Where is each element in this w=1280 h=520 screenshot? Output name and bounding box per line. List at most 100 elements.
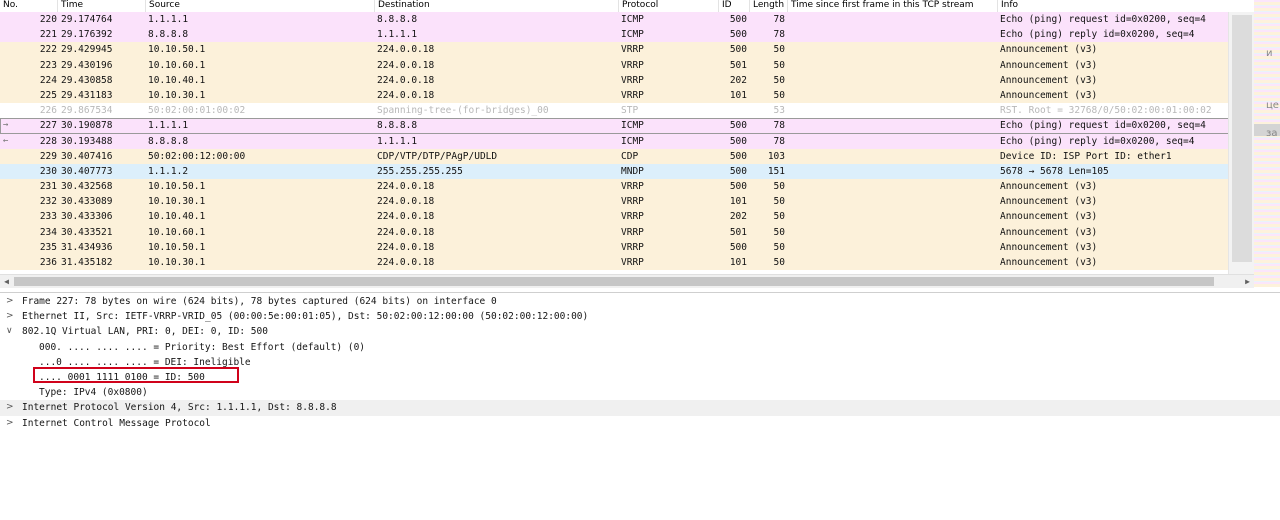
packet-list-horizontal-scrollbar[interactable]: ◀ ▶ <box>0 274 1254 288</box>
packet-list-vertical-scrollbar[interactable] <box>1228 12 1255 274</box>
collapse-chevron-icon[interactable]: ∨ <box>6 324 16 339</box>
detail-tree-item[interactable]: > Internet Control Message Protocol <box>0 416 1280 431</box>
packet-cell-length: 50 <box>773 44 785 56</box>
column-header-protocol[interactable]: Protocol <box>618 0 718 12</box>
packet-cell-length: 78 <box>773 135 785 147</box>
packet-row[interactable]: 224 29.430858 10.10.40.1 224.0.0.18 VRRP 202 5… <box>0 72 1254 88</box>
detail-tree-label: Internet Control Message Protocol <box>22 417 211 429</box>
column-header-info[interactable]: Info <box>997 0 1254 12</box>
horizontal-scroll-thumb[interactable] <box>14 277 1214 286</box>
packet-cell-time: 30.432568 <box>61 181 113 193</box>
packet-cell-length: 78 <box>773 14 785 25</box>
column-header-length[interactable]: Length <box>749 0 787 12</box>
column-header-tcp-time[interactable]: Time since first frame in this TCP strea… <box>787 0 997 12</box>
packet-cell-length: 50 <box>773 181 785 193</box>
packet-cell-destination: 255.255.255.255 <box>377 165 463 177</box>
expand-chevron-icon[interactable]: > <box>6 416 16 431</box>
packet-cell-source: 8.8.8.8 <box>148 29 189 41</box>
packet-cell-id: 500 <box>729 181 747 193</box>
packet-cell-info: Announcement (v3) <box>1000 89 1098 101</box>
column-header-destination[interactable]: Destination <box>374 0 618 12</box>
packet-row[interactable]: ← 228 30.193488 8.8.8.8 1.1.1.1 ICMP 500 78 Echo… <box>0 133 1254 149</box>
packet-cell-id: 202 <box>729 74 747 86</box>
packet-cell-length: 50 <box>773 211 785 223</box>
packet-cell-time: 29.431183 <box>61 89 113 101</box>
packet-row[interactable]: 229 30.407416 50:02:00:12:00:00 CDP/VTP/DTP… <box>0 148 1254 164</box>
packet-cell-destination: 8.8.8.8 <box>377 14 418 25</box>
expand-chevron-icon[interactable]: > <box>6 294 16 309</box>
packet-cell-destination: 1.1.1.1 <box>377 135 418 147</box>
packet-cell-id: 202 <box>729 211 747 223</box>
packet-cell-id: 101 <box>729 257 747 268</box>
packet-cell-info: Announcement (v3) <box>1000 181 1098 193</box>
packet-row[interactable]: 235 31.434936 10.10.50.1 224.0.0.18 VRRP 500 5… <box>0 239 1254 255</box>
column-header-source[interactable]: Source <box>145 0 374 12</box>
packet-row[interactable]: 232 30.433089 10.10.30.1 224.0.0.18 VRRP 101 5… <box>0 194 1254 210</box>
column-header-no[interactable]: No. <box>0 0 57 12</box>
packet-cell-info: Echo (ping) reply id=0x0200, seq=4 <box>1000 29 1195 41</box>
packet-cell-destination: 224.0.0.18 <box>377 211 435 223</box>
packet-cell-time: 30.407773 <box>61 165 113 177</box>
packet-row[interactable]: 223 29.430196 10.10.60.1 224.0.0.18 VRRP 501 5… <box>0 57 1254 73</box>
packet-cell-source: 10.10.60.1 <box>148 59 206 71</box>
detail-tree-item[interactable]: > Ethernet II, Src: IETF-VRRP-VRID_05 (00… <box>0 309 1280 324</box>
packet-cell-source: 10.10.50.1 <box>148 44 206 56</box>
packet-cell-destination: CDP/VTP/DTP/PAgP/UDLD <box>377 150 498 162</box>
packet-cell-id: 500 <box>729 165 747 177</box>
packet-cell-id: 500 <box>729 135 747 147</box>
packet-cell-time: 30.193488 <box>61 135 113 147</box>
packet-row[interactable]: 221 29.176392 8.8.8.8 1.1.1.1 ICMP 500 78 Echo … <box>0 27 1254 43</box>
column-header-time[interactable]: Time <box>57 0 145 12</box>
vertical-scroll-thumb[interactable] <box>1232 15 1252 262</box>
detail-tree-item[interactable]: ∨ 802.1Q Virtual LAN, PRI: 0, DEI: 0, ID:… <box>0 324 1280 339</box>
packet-row[interactable]: 225 29.431183 10.10.30.1 224.0.0.18 VRRP 101 5… <box>0 87 1254 104</box>
packet-cell-protocol: VRRP <box>621 89 644 101</box>
packet-row[interactable]: 234 30.433521 10.10.60.1 224.0.0.18 VRRP 501 5… <box>0 224 1254 240</box>
column-header-id[interactable]: ID <box>718 0 749 12</box>
packet-cell-id: 500 <box>729 150 747 162</box>
packet-row[interactable]: 233 30.433306 10.10.40.1 224.0.0.18 VRRP 202 5… <box>0 209 1254 225</box>
scroll-right-icon[interactable]: ▶ <box>1241 275 1254 288</box>
packet-row[interactable]: 222 29.429945 10.10.50.1 224.0.0.18 VRRP 500 5… <box>0 42 1254 58</box>
packet-cell-info: 5678 → 5678 Len=105 <box>1000 165 1109 177</box>
detail-tree-item[interactable]: > Internet Protocol Version 4, Src: 1.1.1… <box>0 400 1280 416</box>
packet-cell-no: 233 <box>39 211 57 223</box>
detail-tree-label: Internet Protocol Version 4, Src: 1.1.1.… <box>22 402 337 414</box>
detail-tree-item[interactable]: Type: IPv4 (0x0800) <box>0 385 1280 400</box>
packet-cell-source: 50:02:00:01:00:02 <box>148 105 246 117</box>
packet-row[interactable]: 236 31.435182 10.10.30.1 224.0.0.18 VRRP 101 5… <box>0 255 1254 271</box>
packet-cell-time: 29.867534 <box>61 105 113 117</box>
packet-cell-id: 101 <box>729 89 747 101</box>
detail-tree-item[interactable]: > Frame 227: 78 bytes on wire (624 bits),… <box>0 294 1280 309</box>
detail-tree-label: 802.1Q Virtual LAN, PRI: 0, DEI: 0, ID: … <box>22 326 268 338</box>
packet-cell-no: 221 <box>39 29 57 41</box>
packet-row[interactable]: → 227 30.190878 1.1.1.1 8.8.8.8 ICMP 500 78 Echo… <box>0 118 1254 134</box>
packet-cell-time: 29.430196 <box>61 59 113 71</box>
packet-row[interactable]: 220 29.174764 1.1.1.1 8.8.8.8 ICMP 500 78 Echo … <box>0 12 1254 28</box>
packet-row[interactable]: 230 30.407773 1.1.1.2 255.255.255.255 MNDP 50… <box>0 163 1254 180</box>
edge-text-fragment: це <box>1266 100 1279 111</box>
scroll-left-icon[interactable]: ◀ <box>0 275 13 288</box>
packet-cell-time: 30.190878 <box>61 120 113 132</box>
expand-chevron-icon[interactable]: > <box>6 400 16 415</box>
expand-chevron-icon[interactable]: > <box>6 309 16 324</box>
packet-row[interactable]: 231 30.432568 10.10.50.1 224.0.0.18 VRRP 500 5… <box>0 179 1254 195</box>
packet-cell-protocol: MNDP <box>621 165 644 177</box>
packet-cell-no: 222 <box>39 44 57 56</box>
packet-cell-time: 31.435182 <box>61 257 113 268</box>
packet-list-pane: No. Time Source Destination Protocol ID … <box>0 0 1254 274</box>
packet-cell-length: 50 <box>773 74 785 86</box>
detail-tree-item[interactable]: 000. .... .... .... = Priority: Best Eff… <box>0 340 1280 355</box>
packet-row[interactable]: 226 29.867534 50:02:00:01:00:02 Spanning-tr… <box>0 103 1254 119</box>
packet-cell-time: 29.429945 <box>61 44 113 56</box>
detail-tree-label: Ethernet II, Src: IETF-VRRP-VRID_05 (00:… <box>22 311 589 323</box>
packet-cell-destination: 224.0.0.18 <box>377 241 435 253</box>
edge-text-fragment: и <box>1266 48 1273 59</box>
packet-cell-protocol: VRRP <box>621 257 644 268</box>
packet-cell-destination: 1.1.1.1 <box>377 29 418 41</box>
packet-cell-no: 228 <box>39 135 57 147</box>
packet-cell-protocol: VRRP <box>621 226 644 238</box>
packet-minimap[interactable] <box>1254 0 1280 287</box>
packet-cell-length: 50 <box>773 89 785 101</box>
packet-cell-time: 29.174764 <box>61 14 113 25</box>
